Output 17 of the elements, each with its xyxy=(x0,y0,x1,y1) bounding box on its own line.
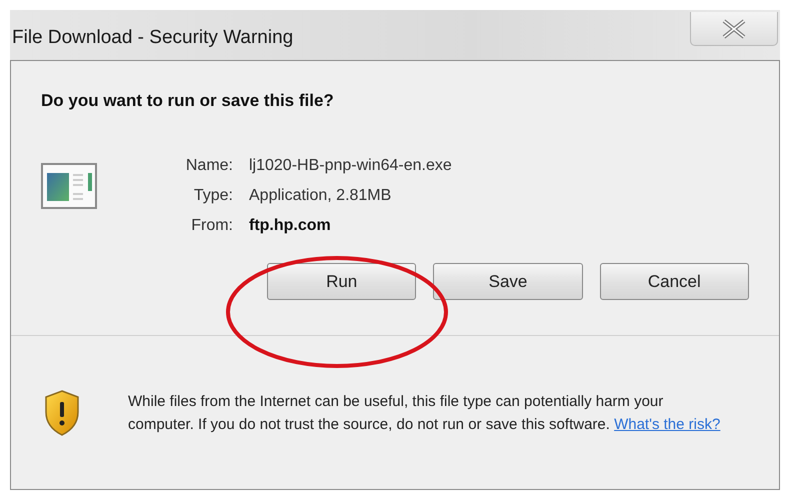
dialog-heading: Do you want to run or save this file? xyxy=(41,91,335,111)
dialog-button[interactable]: Run xyxy=(267,263,416,300)
window-title: File Download - Security Warning xyxy=(12,27,294,49)
close-icon xyxy=(721,18,747,38)
risk-link[interactable]: What's the risk? xyxy=(614,416,720,432)
dialog-button[interactable]: Cancel xyxy=(600,263,749,300)
detail-value: lj1020-HB-pnp-win64-en.exe xyxy=(249,157,452,175)
application-icon xyxy=(41,163,97,209)
warning-shield-icon xyxy=(44,390,80,436)
warning-text: While files from the Internet can be useful, this file type can potentially harm your computer. If you do not trust the source, do not run or save this software. What's the risk? xyxy=(128,392,722,434)
detail-label: Name: xyxy=(184,157,233,175)
detail-value: Application, 2.81MB xyxy=(249,187,392,205)
detail-value: ftp.hp.com xyxy=(249,217,332,235)
detail-label: Type: xyxy=(192,187,233,205)
dialog-button[interactable]: Save xyxy=(433,263,583,300)
close-button[interactable] xyxy=(690,12,778,46)
detail-label: From: xyxy=(190,217,233,235)
